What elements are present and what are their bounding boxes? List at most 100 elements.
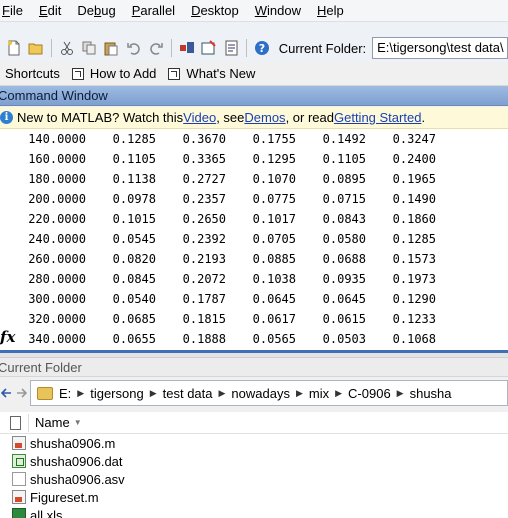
how-to-add-link[interactable]: How to Add bbox=[90, 66, 157, 81]
current-folder-label: Current Folder: bbox=[278, 40, 367, 56]
link-icon bbox=[71, 67, 84, 80]
breadcrumb-item[interactable]: test data bbox=[163, 386, 213, 401]
breadcrumb-item[interactable]: C-0906 bbox=[348, 386, 391, 401]
breadcrumb-item[interactable]: E: bbox=[59, 386, 71, 401]
breadcrumb-item[interactable]: mix bbox=[309, 386, 329, 401]
output-row: 240.0000 0.0545 0.2392 0.0705 0.0580 0.1285 bbox=[0, 229, 436, 249]
new-file-icon[interactable] bbox=[5, 39, 22, 57]
cut-icon[interactable] bbox=[58, 39, 75, 57]
breadcrumb-separator-icon[interactable]: ▶ bbox=[335, 388, 342, 399]
output-cell: 0.0845 bbox=[112, 272, 156, 286]
toolbar-separator bbox=[171, 39, 172, 57]
menu-edit[interactable]: Edit bbox=[31, 0, 69, 22]
redo-icon[interactable] bbox=[148, 39, 165, 57]
video-link[interactable]: Video bbox=[183, 110, 216, 125]
file-list-item[interactable]: Figureset.m bbox=[0, 488, 508, 506]
output-cell: 0.1573 bbox=[392, 252, 436, 266]
current-folder-input[interactable]: E:\tigersong\test data\ bbox=[372, 37, 508, 59]
guide-icon[interactable] bbox=[200, 39, 217, 57]
output-cell: 0.0580 bbox=[322, 232, 366, 246]
output-cell: 0.0617 bbox=[252, 312, 296, 326]
copy-icon[interactable] bbox=[80, 39, 97, 57]
menu-file[interactable]: File bbox=[0, 0, 31, 22]
getting-started-link[interactable]: Getting Started bbox=[334, 110, 421, 125]
breadcrumb-item[interactable]: tigersong bbox=[90, 386, 143, 401]
breadcrumb-separator-icon[interactable]: ▶ bbox=[150, 388, 157, 399]
output-cell: 0.0775 bbox=[252, 192, 296, 206]
output-cell: 0.2072 bbox=[182, 272, 226, 286]
output-cell: 0.1070 bbox=[252, 172, 296, 186]
breadcrumb-item[interactable]: shusha bbox=[410, 386, 452, 401]
simulink-icon[interactable] bbox=[178, 39, 195, 57]
output-cell: 240.0000 bbox=[28, 232, 86, 246]
toolbar: ? Current Folder: E:\tigersong\test data… bbox=[0, 34, 508, 62]
output-row: 180.0000 0.1138 0.2727 0.1070 0.0895 0.1965 bbox=[0, 169, 436, 189]
output-cell: 0.0685 bbox=[112, 312, 156, 326]
output-cell: 0.1017 bbox=[252, 212, 296, 226]
file-list-item[interactable]: shusha0906.asv bbox=[0, 470, 508, 488]
toolbar-separator bbox=[50, 39, 52, 57]
output-cell: 0.2727 bbox=[182, 172, 226, 186]
output-row: 160.0000 0.1105 0.3365 0.1295 0.1105 0.2400 bbox=[0, 149, 436, 169]
output-cell: 0.0645 bbox=[322, 292, 366, 306]
menu-help[interactable]: Help bbox=[309, 0, 352, 22]
xls-file-icon bbox=[12, 508, 26, 518]
output-cell: 0.1755 bbox=[252, 132, 296, 146]
sort-arrow-icon[interactable]: ▼ bbox=[74, 418, 82, 427]
fx-prompt-icon[interactable]: fx bbox=[0, 328, 15, 346]
output-cell: 320.0000 bbox=[28, 312, 86, 326]
undo-icon[interactable] bbox=[125, 39, 142, 57]
m-file-icon bbox=[12, 490, 26, 504]
breadcrumb-separator-icon[interactable]: ▶ bbox=[219, 388, 226, 399]
breadcrumb-separator-icon[interactable]: ▶ bbox=[77, 388, 84, 399]
output-cell: 0.0655 bbox=[112, 332, 156, 346]
output-cell: 0.1068 bbox=[392, 332, 436, 346]
name-column-header[interactable]: Name bbox=[35, 415, 70, 430]
asv-file-icon bbox=[12, 472, 26, 486]
breadcrumb-item[interactable]: nowadays bbox=[231, 386, 290, 401]
shortcuts-bar: Shortcuts How to Add What's New bbox=[0, 62, 508, 86]
menu-debug[interactable]: Debug bbox=[69, 0, 123, 22]
folder-path-breadcrumb[interactable]: E: ▶ tigersong ▶ test data ▶ nowadays ▶ mix ▶ C-09… bbox=[30, 380, 508, 406]
file-list-item[interactable]: shusha0906.m bbox=[0, 434, 508, 452]
current-folder-title[interactable]: Current Folder bbox=[0, 357, 508, 377]
paste-icon[interactable] bbox=[103, 39, 120, 57]
menu-parallel[interactable]: Parallel bbox=[124, 0, 183, 22]
output-cell: 0.1138 bbox=[112, 172, 156, 186]
output-cell: 0.2193 bbox=[182, 252, 226, 266]
forward-arrow-icon[interactable] bbox=[14, 386, 28, 400]
menu-desktop[interactable]: Desktop bbox=[183, 0, 247, 22]
command-window[interactable]: 140.0000 0.1285 0.3670 0.1755 0.1492 0.3247 16… bbox=[0, 129, 508, 351]
help-icon[interactable]: ? bbox=[253, 39, 270, 57]
profiler-icon[interactable] bbox=[223, 39, 240, 57]
menu-window[interactable]: Window bbox=[247, 0, 309, 22]
command-window-title-text: Command Window bbox=[0, 88, 108, 103]
open-folder-icon[interactable] bbox=[27, 39, 44, 57]
command-window-title[interactable]: Command Window bbox=[0, 86, 508, 106]
output-cell: 0.1490 bbox=[392, 192, 436, 206]
breadcrumb-separator-icon[interactable]: ▶ bbox=[397, 388, 404, 399]
output-row: 320.0000 0.0685 0.1815 0.0617 0.0615 0.1233 bbox=[0, 309, 436, 329]
back-arrow-icon[interactable] bbox=[0, 386, 14, 400]
file-list-item[interactable]: shusha0906.dat bbox=[0, 452, 508, 470]
output-cell: 0.0503 bbox=[322, 332, 366, 346]
demos-link[interactable]: Demos bbox=[244, 110, 285, 125]
whats-new-link[interactable]: What's New bbox=[186, 66, 255, 81]
shortcuts-menu[interactable]: Shortcuts bbox=[5, 66, 60, 81]
output-cell: 0.3365 bbox=[182, 152, 226, 166]
output-cell: 0.3670 bbox=[182, 132, 226, 146]
output-cell: 280.0000 bbox=[28, 272, 86, 286]
info-text: , see bbox=[216, 110, 245, 125]
breadcrumb-separator-icon[interactable]: ▶ bbox=[296, 388, 303, 399]
output-cell: 0.2650 bbox=[182, 212, 226, 226]
file-name: all.xls bbox=[30, 507, 63, 518]
svg-text:?: ? bbox=[259, 42, 265, 55]
output-cell: 0.0645 bbox=[252, 292, 296, 306]
file-type-column-icon[interactable] bbox=[10, 415, 21, 430]
output-cell: 160.0000 bbox=[28, 152, 86, 166]
output-cell: 140.0000 bbox=[28, 132, 86, 146]
output-cell: 200.0000 bbox=[28, 192, 86, 206]
file-list-item[interactable]: all.xls bbox=[0, 506, 508, 518]
toolbar-background bbox=[0, 22, 508, 34]
output-cell: 0.1965 bbox=[392, 172, 436, 186]
